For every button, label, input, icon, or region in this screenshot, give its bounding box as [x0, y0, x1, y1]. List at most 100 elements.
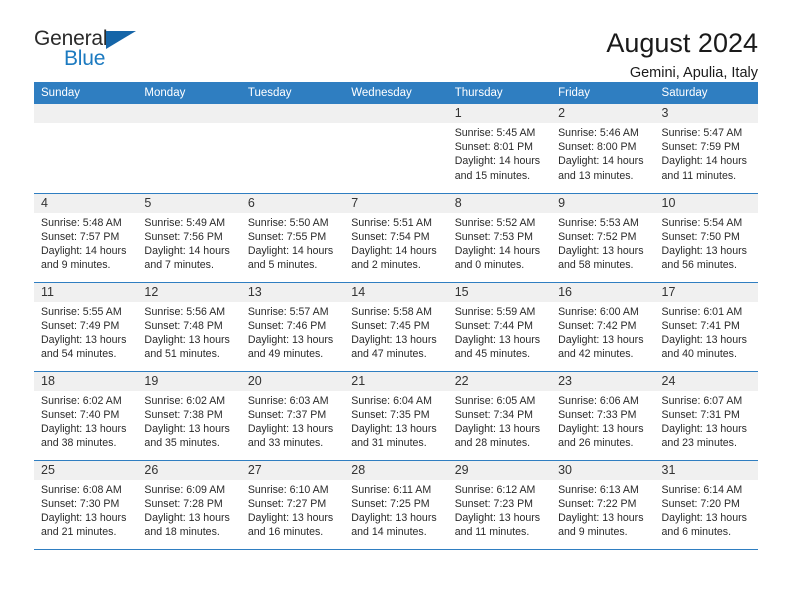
day-detail-line: Sunset: 7:42 PM: [558, 319, 637, 332]
calendar-day-cell[interactable]: 30 Sunrise: 6:13 AM Sunset: 7:22 PM Dayligh…: [551, 460, 655, 550]
calendar-day-cell[interactable]: 27 Sunrise: 6:10 AM Sunset: 7:27 PM Dayligh…: [240, 460, 345, 550]
day-detail-line: Daylight: 13 hours: [41, 333, 127, 346]
day-detail-line: Sunset: 7:23 PM: [454, 497, 534, 510]
day-number: 20: [240, 371, 345, 391]
day-number: 7: [344, 193, 448, 213]
day-detail-line: Sunset: 7:50 PM: [661, 230, 740, 243]
calendar-day-cell[interactable]: 9 Sunrise: 5:53 AM Sunset: 7:52 PM Daylight…: [551, 193, 655, 283]
calendar-day-cell[interactable]: 11 Sunrise: 5:55 AM Sunset: 7:49 PM Dayligh…: [34, 282, 138, 372]
day-detail-line: Daylight: 13 hours: [661, 511, 747, 524]
page-subtitle: Gemini, Apulia, Italy: [629, 65, 758, 82]
day-detail-line: Sunrise: 5:50 AM: [247, 216, 329, 229]
calendar-day-cell[interactable]: 6 Sunrise: 5:50 AM Sunset: 7:55 PM Daylight…: [240, 193, 345, 283]
day-number: [344, 104, 448, 123]
calendar-day-cell[interactable]: 10 Sunrise: 5:54 AM Sunset: 7:50 PM Dayligh…: [654, 193, 758, 283]
day-detail-line: Daylight: 13 hours: [351, 333, 437, 346]
day-detail-line: Sunrise: 6:04 AM: [351, 394, 432, 407]
day-details: Sunrise: 5:55 AM Sunset: 7:49 PM Daylight:…: [34, 302, 137, 362]
calendar-day-cell[interactable]: 31 Sunrise: 6:14 AM Sunset: 7:20 PM Dayligh…: [654, 460, 758, 550]
calendar-day-cell[interactable]: 15 Sunrise: 5:59 AM Sunset: 7:44 PM Dayligh…: [447, 282, 552, 372]
day-detail-line: Sunrise: 5:49 AM: [144, 216, 226, 229]
day-detail-line: and 28 minutes.: [454, 437, 531, 450]
day-details: Sunrise: 6:02 AM Sunset: 7:38 PM Daylight:…: [137, 391, 240, 451]
day-detail-line: Sunrise: 6:06 AM: [558, 394, 639, 407]
day-detail-line: Sunset: 7:20 PM: [661, 497, 740, 510]
weekday-header-sunday: Sunday: [34, 82, 138, 104]
calendar-day-cell[interactable]: 23 Sunrise: 6:06 AM Sunset: 7:33 PM Dayligh…: [551, 371, 655, 461]
day-number: 3: [654, 104, 758, 123]
day-detail-line: Daylight: 13 hours: [41, 422, 127, 435]
calendar-day-cell[interactable]: 26 Sunrise: 6:09 AM Sunset: 7:28 PM Dayligh…: [137, 460, 241, 550]
calendar-day-cell[interactable]: 19 Sunrise: 6:02 AM Sunset: 7:38 PM Dayligh…: [137, 371, 241, 461]
brand-logo[interactable]: General Blue: [34, 28, 164, 76]
day-number: 1: [447, 104, 552, 123]
day-detail-line: and 33 minutes.: [247, 437, 324, 450]
calendar-day-cell[interactable]: 18 Sunrise: 6:02 AM Sunset: 7:40 PM Dayligh…: [34, 371, 138, 461]
day-detail-line: Sunset: 7:59 PM: [661, 141, 740, 154]
calendar-day-cell[interactable]: 17 Sunrise: 6:01 AM Sunset: 7:41 PM Dayligh…: [654, 282, 758, 372]
day-detail-line: Sunrise: 5:45 AM: [454, 127, 536, 139]
day-details: Sunrise: 6:01 AM Sunset: 7:41 PM Daylight:…: [655, 302, 758, 362]
day-detail-line: and 14 minutes.: [351, 526, 427, 539]
day-detail-line: and 58 minutes.: [558, 259, 634, 272]
day-detail-line: Daylight: 13 hours: [144, 422, 230, 435]
day-detail-line: Sunset: 7:35 PM: [351, 408, 430, 421]
day-details: Sunrise: 6:05 AM Sunset: 7:34 PM Daylight:…: [448, 391, 551, 451]
weekday-header-saturday: Saturday: [654, 82, 758, 104]
calendar-day-cell[interactable]: 29 Sunrise: 6:12 AM Sunset: 7:23 PM Dayligh…: [447, 460, 552, 550]
calendar-day-cell[interactable]: 8 Sunrise: 5:52 AM Sunset: 7:53 PM Daylight…: [447, 193, 552, 283]
day-detail-line: Sunset: 7:57 PM: [41, 230, 120, 243]
calendar-day-cell[interactable]: 7 Sunrise: 5:51 AM Sunset: 7:54 PM Daylight…: [344, 193, 448, 283]
day-detail-line: Sunrise: 5:51 AM: [351, 216, 432, 229]
day-detail-line: Sunrise: 5:55 AM: [41, 305, 122, 318]
triangle-logo-icon: [106, 31, 136, 49]
day-detail-line: Daylight: 13 hours: [351, 511, 437, 524]
day-detail-line: and 9 minutes.: [41, 259, 111, 272]
page-title: August 2024: [606, 28, 758, 58]
calendar-day-cell[interactable]: 5 Sunrise: 5:49 AM Sunset: 7:56 PM Daylight…: [137, 193, 241, 283]
calendar-day-cell[interactable]: 4 Sunrise: 5:48 AM Sunset: 7:57 PM Daylight…: [34, 193, 138, 283]
day-number: 9: [551, 193, 655, 213]
day-details: Sunrise: 6:12 AM Sunset: 7:23 PM Daylight:…: [448, 480, 551, 540]
calendar-day-cell[interactable]: 12 Sunrise: 5:56 AM Sunset: 7:48 PM Dayligh…: [137, 282, 241, 372]
calendar-day-cell[interactable]: 14 Sunrise: 5:58 AM Sunset: 7:45 PM Dayligh…: [344, 282, 448, 372]
calendar-day-cell[interactable]: 13 Sunrise: 5:57 AM Sunset: 7:46 PM Dayligh…: [240, 282, 345, 372]
day-detail-line: Sunrise: 5:47 AM: [661, 127, 743, 139]
day-detail-line: and 51 minutes.: [144, 348, 220, 361]
day-detail-line: Daylight: 13 hours: [247, 422, 334, 435]
day-detail-line: Daylight: 13 hours: [558, 422, 644, 435]
day-number: 23: [551, 371, 655, 391]
calendar-day-cell[interactable]: 21 Sunrise: 6:04 AM Sunset: 7:35 PM Dayligh…: [344, 371, 448, 461]
day-detail-line: Sunrise: 6:02 AM: [41, 394, 122, 407]
day-detail-line: Daylight: 13 hours: [454, 422, 541, 435]
day-detail-line: Sunset: 7:48 PM: [144, 319, 223, 332]
calendar-day-cell[interactable]: 22 Sunrise: 6:05 AM Sunset: 7:34 PM Dayligh…: [447, 371, 552, 461]
day-details: Sunrise: 6:06 AM Sunset: 7:33 PM Daylight:…: [551, 391, 654, 451]
day-detail-line: Daylight: 14 hours: [661, 155, 747, 168]
calendar-grid: Sunday Monday Tuesday Wednesday Thursday…: [34, 82, 758, 550]
calendar-page: General Blue August 2024 Gemini, Apulia,…: [0, 0, 792, 612]
day-number: 17: [654, 282, 758, 302]
day-detail-line: Daylight: 13 hours: [247, 333, 334, 346]
day-details: Sunrise: 5:46 AM Sunset: 8:00 PM Daylight:…: [551, 123, 654, 183]
calendar-day-cell[interactable]: 20 Sunrise: 6:03 AM Sunset: 7:37 PM Dayligh…: [240, 371, 345, 461]
calendar-day-cell[interactable]: 24 Sunrise: 6:07 AM Sunset: 7:31 PM Dayligh…: [654, 371, 758, 461]
day-detail-line: Sunrise: 6:13 AM: [558, 483, 639, 496]
day-detail-line: Sunrise: 6:08 AM: [41, 483, 122, 496]
calendar-day-cell[interactable]: 16 Sunrise: 6:00 AM Sunset: 7:42 PM Dayligh…: [551, 282, 655, 372]
calendar-day-cell[interactable]: 3 Sunrise: 5:47 AM Sunset: 7:59 PM Daylight…: [654, 104, 758, 194]
day-number: 28: [344, 460, 448, 480]
calendar-empty-cell: [240, 104, 345, 194]
day-details: Sunrise: 5:50 AM Sunset: 7:55 PM Daylight:…: [241, 213, 344, 273]
weekday-header-tuesday: Tuesday: [240, 82, 345, 104]
day-details: Sunrise: 5:57 AM Sunset: 7:46 PM Daylight:…: [241, 302, 344, 362]
calendar-day-cell[interactable]: 25 Sunrise: 6:08 AM Sunset: 7:30 PM Dayligh…: [34, 460, 138, 550]
day-detail-line: Sunset: 7:52 PM: [558, 230, 637, 243]
day-detail-line: Sunrise: 6:09 AM: [144, 483, 226, 496]
brand-name-blue: Blue: [64, 47, 106, 70]
calendar-day-cell[interactable]: 1 Sunrise: 5:45 AM Sunset: 8:01 PM Daylight…: [447, 104, 552, 194]
calendar-day-cell[interactable]: 28 Sunrise: 6:11 AM Sunset: 7:25 PM Dayligh…: [344, 460, 448, 550]
calendar-empty-cell: [34, 104, 138, 194]
day-detail-line: Daylight: 13 hours: [558, 511, 644, 524]
calendar-day-cell[interactable]: 2 Sunrise: 5:46 AM Sunset: 8:00 PM Daylight…: [551, 104, 655, 194]
